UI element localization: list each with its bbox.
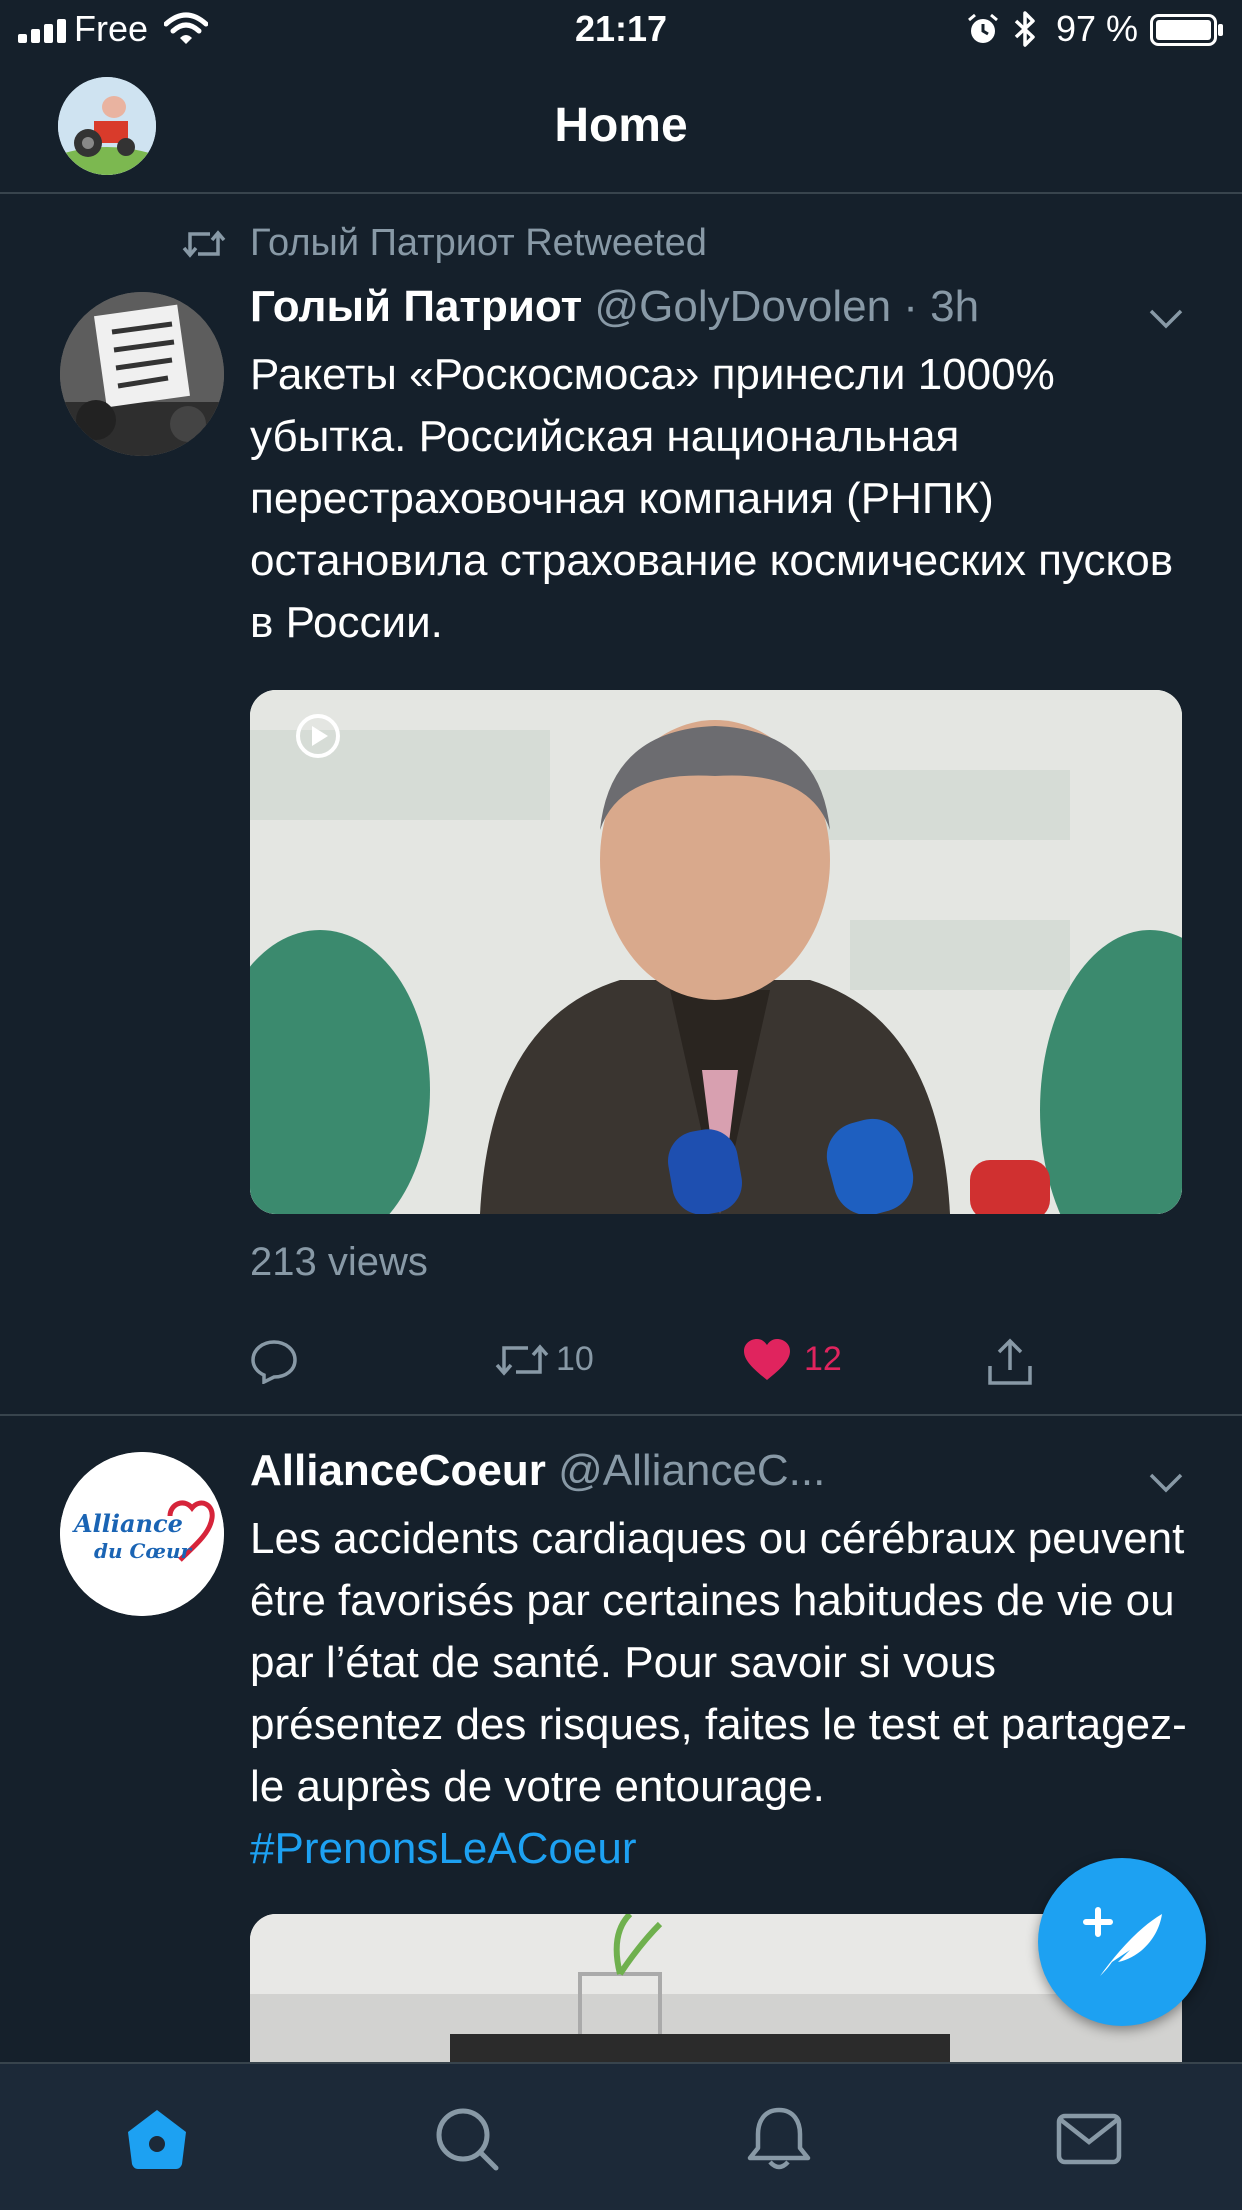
alarm-icon [968,13,998,43]
tweet-text: Les accidents cardiaques ou cérébraux pe… [250,1508,1190,1880]
home-icon [128,2110,186,2169]
battery-icon [1150,14,1223,46]
svg-text:Alliance: Alliance [72,1509,183,1538]
tab-messages[interactable] [1054,2104,1124,2174]
compose-icon [1083,1907,1162,1976]
battery-percent: 97 % [1056,8,1139,49]
tab-search[interactable] [432,2104,502,2174]
tweet-actions: 10 12 [250,1330,1150,1390]
video-views: 213 views [250,1240,428,1284]
tweet-text: Ракеты «Роскосмоса» принесли 1000% убытк… [250,350,1174,647]
top-nav-bar: Home [0,62,1242,194]
author-handle[interactable]: @GolyDovolen [594,282,891,331]
tab-home[interactable] [122,2104,192,2174]
page-title: Home [554,99,688,152]
retweet-icon [182,230,226,258]
author-name[interactable]: Голый Патриот [250,282,582,331]
svg-text:du Cœur: du Cœur [94,1539,193,1563]
author-avatar[interactable] [60,292,224,456]
author-name[interactable]: AllianceCoeur [250,1446,546,1495]
author-avatar[interactable]: Alliance du Cœur [60,1452,224,1616]
like-count: 12 [804,1340,842,1378]
bottom-tab-bar [0,2062,1242,2210]
messages-icon [1056,2113,1122,2165]
tweet-text-body: Les accidents cardiaques ou cérébraux pe… [250,1514,1187,1811]
share-icon [988,1338,1032,1385]
bluetooth-icon [1014,11,1035,47]
author-handle[interactable]: @AllianceC... [558,1446,825,1495]
notifications-icon [747,2107,811,2170]
search-icon [436,2108,499,2171]
video-thumbnail[interactable] [250,690,1182,1214]
retweeted-by-label: Голый Патриот Retweeted [250,222,707,264]
chevron-down-icon[interactable] [1148,1472,1184,1494]
retweet-count: 10 [556,1340,594,1378]
tab-notifications[interactable] [744,2104,814,2174]
compose-tweet-button[interactable] [1038,1858,1206,2026]
retweet-icon [495,1344,549,1376]
tweet-header: Голый Патриот @GolyDovolen · 3h [250,282,979,332]
tweet[interactable]: Голый Патриот Retweeted Голый Патриот @G… [0,192,1242,1416]
separator-dot: · [891,282,931,331]
chevron-down-icon[interactable] [1148,308,1184,330]
heart-icon [744,1339,790,1380]
tweet-time: 3h [930,282,980,331]
hashtag-link[interactable]: #PrenonsLeACoeur [250,1824,636,1873]
reply-icon [251,1340,297,1384]
tweet-header: AllianceCoeur @AllianceC... [250,1446,825,1496]
status-bar: Free 21:17 97 % [0,0,1242,62]
